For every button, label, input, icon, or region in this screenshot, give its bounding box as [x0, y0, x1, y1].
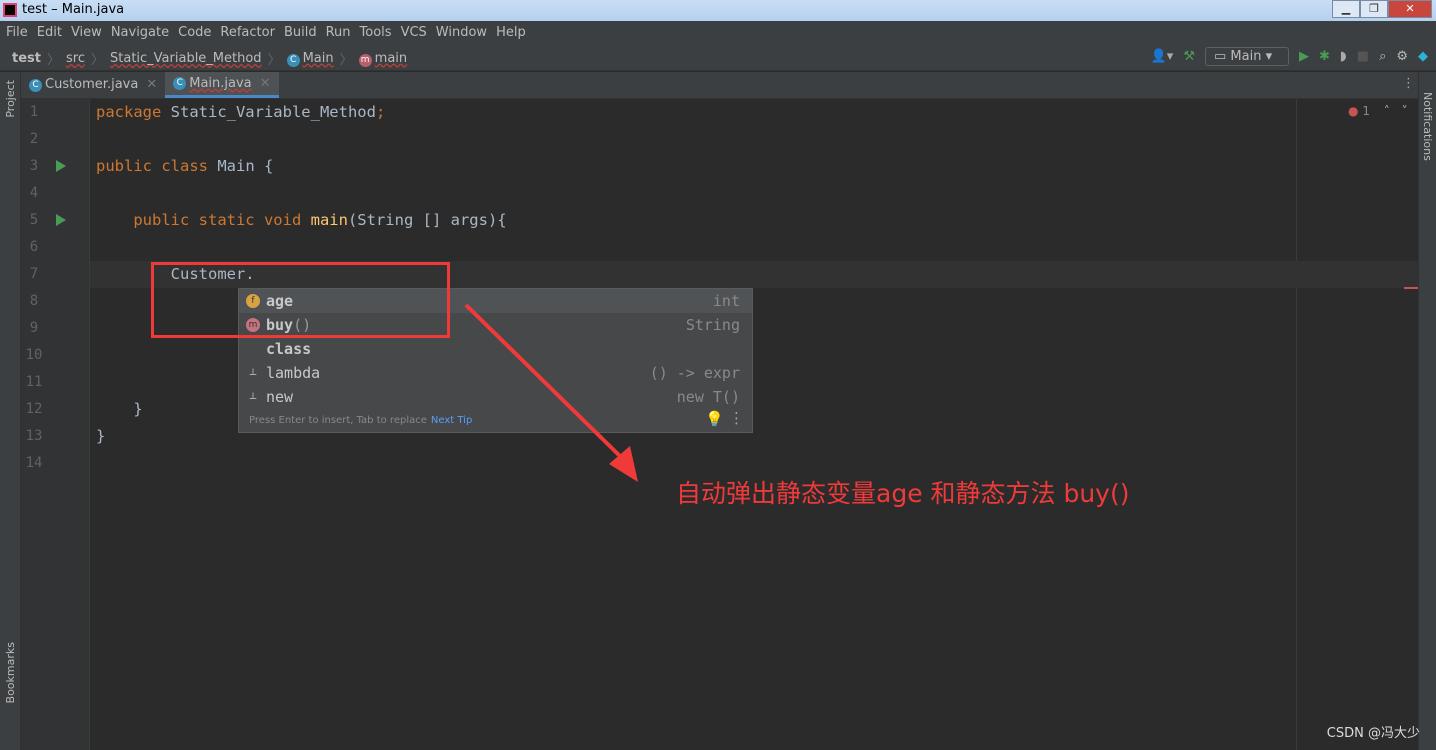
annotation-text: 自动弹出静态变量age 和静态方法 buy() — [676, 479, 1130, 508]
watermark: CSDN @冯大少 — [1326, 726, 1420, 741]
annotation-arrow — [464, 303, 638, 482]
